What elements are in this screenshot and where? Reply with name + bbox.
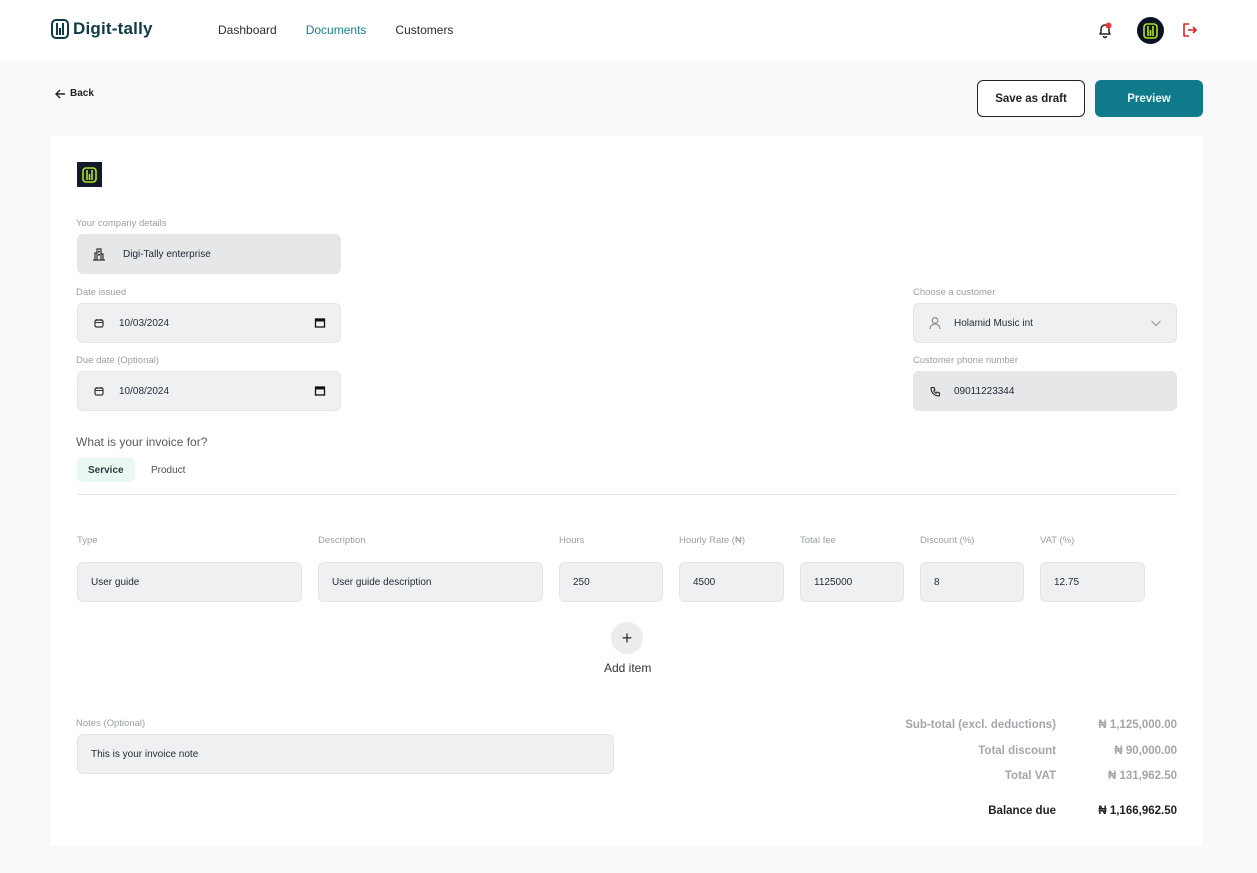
item-type-input[interactable]: User guide [77, 562, 302, 602]
chevron-down-icon [1151, 320, 1161, 327]
customer-phone-value: 09011223344 [954, 385, 1015, 397]
save-draft-button[interactable]: Save as draft [977, 80, 1085, 117]
nav-documents[interactable]: Documents [306, 23, 367, 37]
preview-button[interactable]: Preview [1095, 80, 1203, 117]
item-rate-input[interactable]: 4500 [679, 562, 784, 602]
main-nav: Dashboard Documents Customers [218, 23, 453, 37]
date-issued-input[interactable]: 10/03/2024 [77, 303, 341, 343]
date-issued-value: 10/03/2024 [119, 317, 170, 329]
add-item-button[interactable]: + [611, 622, 643, 654]
phone-icon [928, 384, 942, 398]
total-discount-row: Total discount ₦ 90,000.00 [881, 745, 1177, 757]
calendar-icon [92, 316, 106, 330]
subtotal-row: Sub-total (excl. deductions) ₦ 1,125,000… [881, 719, 1177, 731]
brand-logo-icon [51, 19, 69, 39]
section-divider [77, 494, 1177, 495]
brand-name: Digit-tally [73, 19, 153, 38]
customer-select[interactable]: Holamid Music int [913, 303, 1177, 343]
customer-phone-field[interactable]: 09011223344 [913, 371, 1177, 411]
avatar-logo-icon [1143, 22, 1158, 39]
balance-due-row: Balance due ₦ 1,166,962.50 [881, 805, 1177, 817]
balance-due-value: ₦ 1,166,962.50 [1098, 805, 1177, 817]
col-description-label: Description [318, 535, 366, 546]
building-icon [92, 247, 106, 261]
due-date-input[interactable]: 10/08/2024 [77, 371, 341, 411]
balance-due-label: Balance due [988, 805, 1056, 817]
top-navbar: Digit-tally Dashboard Documents Customer… [0, 0, 1257, 61]
arrow-left-icon [55, 89, 65, 98]
subtotal-label: Sub-total (excl. deductions) [905, 719, 1056, 731]
customer-phone-label: Customer phone number [913, 355, 1019, 366]
due-date-value: 10/08/2024 [119, 385, 170, 397]
col-hours-label: Hours [559, 535, 585, 546]
date-picker-icon[interactable] [314, 317, 326, 329]
back-label: Back [70, 88, 94, 99]
col-hourly-rate-label: Hourly Rate (₦) [679, 535, 745, 546]
total-discount-label: Total discount [978, 745, 1056, 757]
due-date-label: Due date (Optional) [76, 355, 159, 366]
date-issued-label: Date issued [76, 287, 127, 298]
notes-label: Notes (Optional) [76, 718, 146, 729]
logout-icon[interactable] [1181, 21, 1199, 39]
item-discount-input[interactable]: 8 [920, 562, 1024, 602]
col-vat-label: VAT (%) [1040, 535, 1075, 546]
company-details-value: Digi-Tally enterprise [123, 248, 211, 260]
bell-icon[interactable] [1096, 21, 1114, 39]
item-total-fee-input[interactable]: 1125000 [800, 562, 904, 602]
nav-customers[interactable]: Customers [395, 23, 453, 37]
company-logo[interactable] [77, 162, 102, 187]
invoice-form-card: Your company details Digi-Tally enterpri… [51, 136, 1203, 846]
item-hours-input[interactable]: 250 [559, 562, 663, 602]
customer-value: Holamid Music int [954, 317, 1033, 329]
service-tab[interactable]: Service [77, 458, 135, 482]
avatar[interactable] [1137, 17, 1164, 44]
subtotal-value: ₦ 1,125,000.00 [1098, 719, 1177, 731]
user-icon [928, 316, 942, 330]
item-description-input[interactable]: User guide description [318, 562, 543, 602]
brand[interactable]: Digit-tally [51, 19, 153, 39]
date-picker-icon[interactable] [314, 385, 326, 397]
col-discount-label: Discount (%) [920, 535, 975, 546]
invoice-for-question: What is your invoice for? [76, 435, 208, 449]
total-vat-label: Total VAT [1004, 770, 1056, 782]
total-vat-value: ₦ 131,962.50 [1107, 770, 1177, 782]
plus-icon: + [621, 627, 633, 648]
company-details-field[interactable]: Digi-Tally enterprise [77, 234, 341, 274]
calendar-icon [92, 384, 106, 398]
total-vat-row: Total VAT ₦ 131,962.50 [881, 770, 1177, 782]
total-discount-value: ₦ 90,000.00 [1114, 745, 1177, 757]
company-details-label: Your company details [76, 218, 167, 229]
col-type-label: Type [77, 535, 98, 546]
notes-input[interactable]: This is your invoice note [77, 734, 614, 774]
nav-dashboard[interactable]: Dashboard [218, 23, 277, 37]
back-button[interactable]: Back [55, 88, 94, 99]
product-tab[interactable]: Product [140, 458, 196, 482]
company-logo-icon [82, 166, 97, 183]
item-vat-input[interactable]: 12.75 [1040, 562, 1145, 602]
choose-customer-label: Choose a customer [913, 287, 996, 298]
add-item-label[interactable]: Add item [604, 661, 651, 675]
col-total-fee-label: Total fee [800, 535, 836, 546]
